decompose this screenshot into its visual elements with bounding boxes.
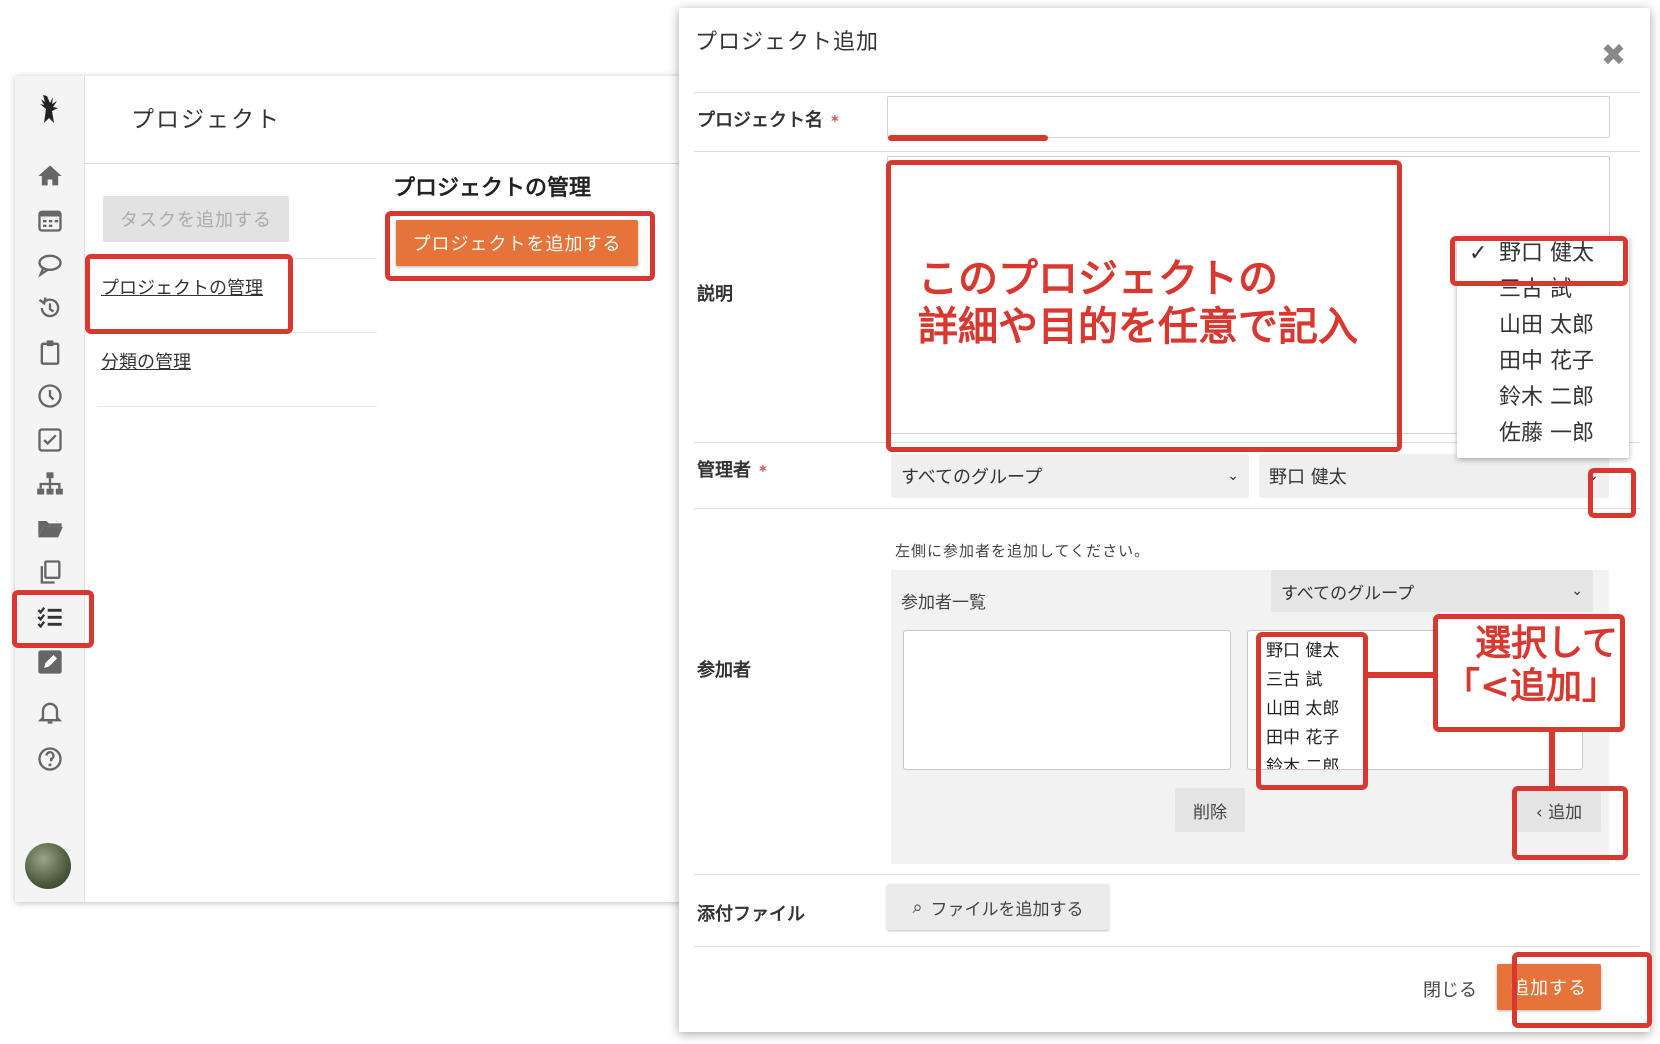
submit-add-button[interactable]: 追加する [1497,964,1601,1010]
chevron-down-icon: ⌄ [1587,468,1599,484]
manager-label-text: 管理者 [697,460,751,481]
app-window: プロジェクト タスクを追加する プロジェクトの管理 分類の管理 プロジェクトの管… [15,76,695,902]
sidebar-item-category-management[interactable]: 分類の管理 [101,348,191,374]
annotation-connector [1368,672,1438,678]
list-item[interactable]: 田中 花子 [1248,724,1582,753]
dropdown-option[interactable]: 鈴木 二郎 [1457,380,1629,416]
participants-label: 参加者 [697,660,751,681]
clipboard-icon[interactable] [30,332,70,372]
project-name-label: プロジェクト名 * [697,106,839,132]
participants-list-label: 参加者一覧 [901,593,986,613]
description-label: 説明 [697,284,733,305]
clock-icon[interactable] [30,376,70,416]
list-item[interactable]: 鈴木 二郎 [1248,753,1582,769]
folder-icon[interactable] [30,508,70,548]
annotation-underline-project-name [888,135,1048,141]
side-divider [97,258,377,259]
project-name-input[interactable] [887,96,1610,138]
chevron-down-icon: ⌄ [1227,468,1239,484]
check-icon: ✓ [1469,241,1488,266]
close-button[interactable]: 閉じる [1423,976,1477,1002]
required-mark: * [831,112,839,130]
side-divider [97,406,377,407]
row-divider [694,508,1640,509]
manager-group-value: すべてのグループ [901,467,1042,488]
sidebar-item-project-management[interactable]: プロジェクトの管理 [101,274,263,300]
row-divider [694,874,1640,875]
edit-icon[interactable] [30,642,70,682]
history-icon[interactable] [30,288,70,328]
participants-help-text: 左側に参加者を追加してください。 [895,542,1151,560]
add-project-modal: プロジェクト追加 ✖ プロジェクト名 * 説明 管理者 * すべてのグループ ⌄ 野… [679,8,1650,1032]
close-icon[interactable]: ✖ [1601,38,1626,73]
org-chart-icon[interactable] [30,464,70,504]
dropdown-option[interactable]: 山田 太郎 [1457,308,1629,344]
chevron-down-icon: ⌄ [1571,583,1583,599]
manager-label: 管理者 * [697,456,767,482]
dropdown-option[interactable]: 田中 花子 [1457,344,1629,380]
dropdown-option[interactable]: ✓ 野口 健太 [1457,236,1629,272]
project-name-label-text: プロジェクト名 [697,110,823,131]
logo-icon [30,88,70,132]
add-participant-button[interactable]: ‹ 追加 [1517,788,1601,832]
dropdown-option[interactable]: 三古 試 [1457,272,1629,308]
attachment-label: 添付ファイル [697,904,805,925]
app-header: プロジェクト [85,76,695,164]
selected-participants-list[interactable] [903,630,1231,770]
row-divider [694,946,1640,947]
content-title: プロジェクトの管理 [393,176,592,201]
icon-sidebar [15,76,85,902]
dropdown-option-label: 野口 健太 [1499,241,1594,266]
row-divider [694,92,1640,93]
calendar-icon[interactable] [30,200,70,240]
annotation-select-note: 選択して 「<追加」 [1443,623,1618,708]
participants-panel: 参加者一覧 すべてのグループ ⌄ 野口 健太 三古 試 山田 太郎 田中 花子 … [891,570,1609,864]
home-icon[interactable] [30,156,70,196]
avatar[interactable] [25,843,71,889]
modal-title: プロジェクト追加 [695,30,880,55]
paperclip-icon: ⌕ [912,896,923,918]
manager-dropdown-list[interactable]: ✓ 野口 健太 三古 試 山田 太郎 田中 花子 鈴木 二郎 佐藤 一郎 [1457,236,1629,458]
add-file-button[interactable]: ⌕ ファイルを追加する [887,884,1109,930]
add-file-label: ファイルを追加する [930,899,1084,920]
copy-icon[interactable] [30,552,70,592]
add-project-button[interactable]: プロジェクトを追加する [396,220,638,266]
side-divider [97,332,377,333]
add-task-button[interactable]: タスクを追加する [103,196,289,242]
page-title: プロジェクト [131,107,281,133]
help-icon[interactable] [30,739,70,779]
manager-person-value: 野口 健太 [1269,467,1347,488]
row-divider [694,151,1640,152]
participants-group-select[interactable]: すべてのグループ ⌄ [1271,570,1593,612]
required-mark: * [759,462,767,480]
checkbox-icon[interactable] [30,420,70,460]
chat-icon[interactable] [30,244,70,284]
annotation-description-note: このプロジェクトの 詳細や目的を任意で記入 [918,256,1358,350]
delete-participant-button[interactable]: 削除 [1175,788,1245,832]
dropdown-option[interactable]: 佐藤 一郎 [1457,416,1629,452]
annotation-connector [1549,732,1555,788]
manager-person-select[interactable]: 野口 健太 ⌄ [1259,454,1609,498]
tasklist-icon[interactable] [30,597,70,637]
bell-icon[interactable] [30,692,70,732]
manager-group-select[interactable]: すべてのグループ ⌄ [891,454,1249,498]
participants-group-value: すべてのグループ [1281,583,1415,604]
